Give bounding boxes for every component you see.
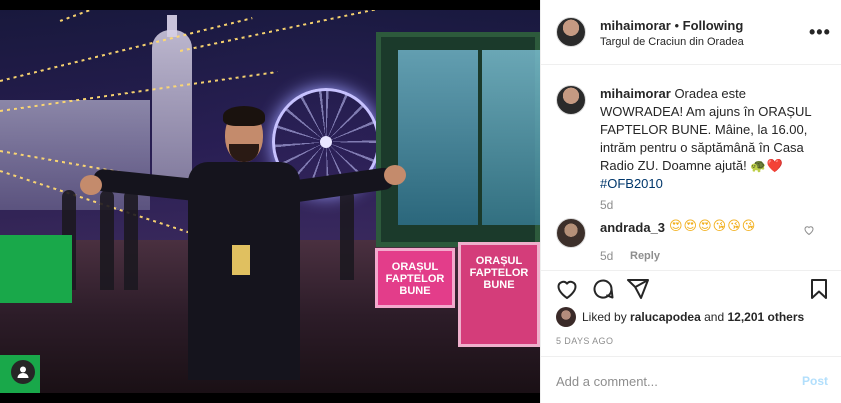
booth-window xyxy=(482,50,540,225)
post-button[interactable]: Post xyxy=(802,374,828,388)
comment-icon[interactable] xyxy=(591,277,615,301)
comment-text: 😍😍😍😘😘😘 xyxy=(669,218,757,233)
person-icon[interactable] xyxy=(11,360,35,384)
hashtag-link[interactable]: #OFB2010 xyxy=(600,176,663,191)
sign-right: ORAȘUL FAPTELOR BUNE xyxy=(458,242,540,347)
crowd-person xyxy=(340,190,354,280)
heart-outline-icon[interactable] xyxy=(803,224,815,239)
man-hair xyxy=(223,106,265,126)
heart-icon[interactable] xyxy=(555,277,579,301)
crowd-person xyxy=(124,190,138,290)
likes-middle: and xyxy=(704,310,725,324)
likes-row: Liked by ralucapodea and 12,201 others xyxy=(541,306,841,328)
location-link[interactable]: Targul de Craciun din Oradea xyxy=(600,36,744,48)
caption-username[interactable]: mihaimorar xyxy=(600,86,671,101)
likes-prefix: Liked by xyxy=(582,310,627,324)
caption-text-block: mihaimorar Oradea este WOWRADEA! Am ajun… xyxy=(600,85,830,193)
comment-item: andrada_3 😍😍😍😘😘😘 5d Reply xyxy=(541,212,841,272)
booth-window xyxy=(398,50,478,225)
follow-button[interactable]: Following xyxy=(683,18,744,33)
share-icon[interactable] xyxy=(626,277,650,301)
church-tower xyxy=(152,30,192,190)
avatar[interactable] xyxy=(556,85,586,115)
likes-user-link[interactable]: ralucapodea xyxy=(630,310,701,324)
reply-button[interactable]: Reply xyxy=(630,250,660,262)
avatar[interactable] xyxy=(556,307,576,327)
header-user-line: mihaimorar • Following xyxy=(600,18,743,33)
avatar[interactable] xyxy=(556,218,586,248)
bookmark-icon[interactable] xyxy=(807,277,831,301)
avatar[interactable] xyxy=(556,17,586,47)
instagram-post-modal: ORAȘUL FAPTELOR BUNE ORAȘUL FAPTELOR BUN… xyxy=(0,0,841,403)
header-username[interactable]: mihaimorar xyxy=(600,18,671,33)
likes-text: Liked by ralucapodea and 12,201 others xyxy=(582,310,804,324)
post-header: mihaimorar • Following Targul de Craciun… xyxy=(541,0,841,65)
more-options-icon[interactable]: ••• xyxy=(809,22,831,43)
man-hand xyxy=(80,175,102,195)
photo-scene: ORAȘUL FAPTELOR BUNE ORAȘUL FAPTELOR BUN… xyxy=(0,10,540,393)
comment-username[interactable]: andrada_3 xyxy=(600,220,665,235)
likes-count-link[interactable]: 12,201 others xyxy=(727,310,804,324)
sign-right-text: ORAȘUL FAPTELOR BUNE xyxy=(469,255,529,291)
sign-left: ORAȘUL FAPTELOR BUNE xyxy=(375,248,455,308)
comment-timestamp[interactable]: 5d xyxy=(600,249,613,263)
post-date[interactable]: 5 DAYS AGO xyxy=(556,336,613,346)
green-booth xyxy=(0,235,72,303)
add-comment-bar: Post xyxy=(541,356,841,403)
action-bar xyxy=(541,270,841,308)
post-side-panel: mihaimorar • Following Targul de Craciun… xyxy=(540,0,841,403)
separator-dot: • xyxy=(674,18,679,33)
man-hand xyxy=(384,165,406,185)
comment-input[interactable] xyxy=(556,372,776,390)
crowd-person xyxy=(100,190,114,290)
caption-timestamp[interactable]: 5d xyxy=(600,198,613,212)
ferris-wheel-hub xyxy=(320,136,332,148)
lanyard-badge xyxy=(232,245,250,275)
sign-left-text: ORAȘUL FAPTELOR BUNE xyxy=(385,261,445,297)
post-photo[interactable]: ORAȘUL FAPTELOR BUNE ORAȘUL FAPTELOR BUN… xyxy=(0,0,540,403)
